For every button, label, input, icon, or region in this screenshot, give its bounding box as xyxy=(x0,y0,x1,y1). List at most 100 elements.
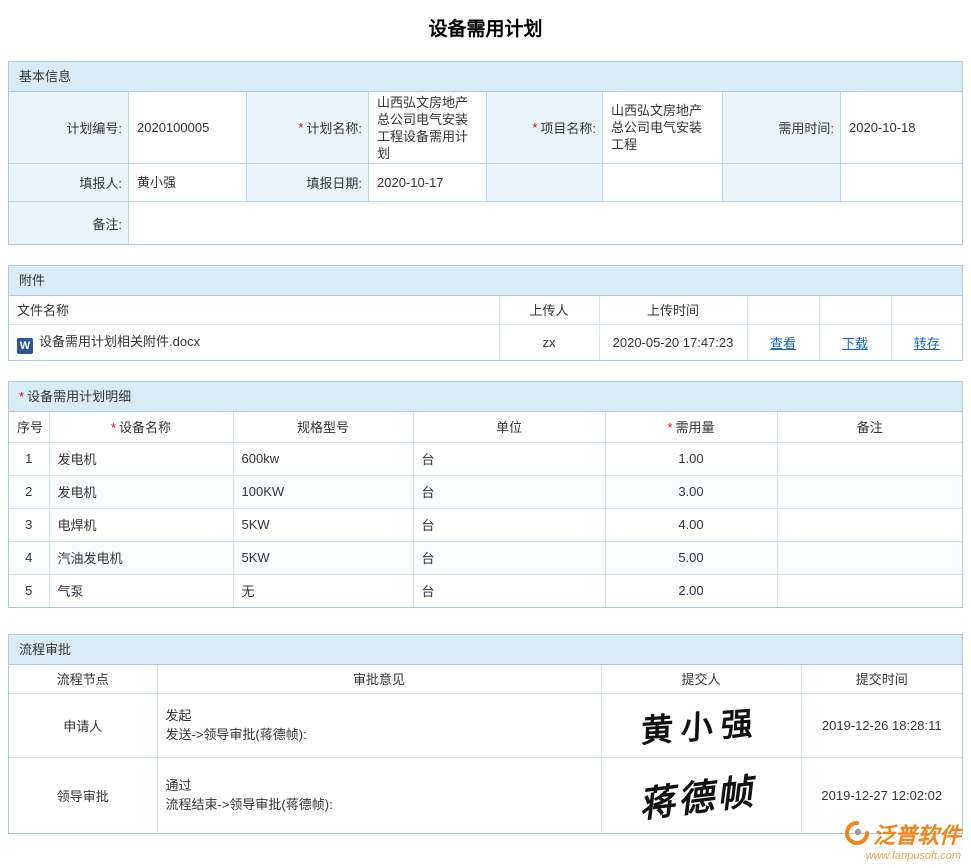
detail-spec: 600kw xyxy=(233,442,413,475)
download-link[interactable]: 下载 xyxy=(842,336,868,351)
detail-remark xyxy=(777,475,962,508)
attachment-save-cell: 转存 xyxy=(891,324,962,360)
approval-section-header: 流程审批 xyxy=(9,635,962,665)
brand-name: 泛普软件 xyxy=(873,818,961,850)
need-time-label: 需用时间: xyxy=(723,92,841,164)
view-link[interactable]: 查看 xyxy=(770,336,796,351)
detail-seq: 4 xyxy=(9,541,49,574)
page-title: 设备需用计划 xyxy=(0,14,971,41)
detail-spec: 5KW xyxy=(233,541,413,574)
column-submit-time: 提交时间 xyxy=(801,665,962,693)
column-empty xyxy=(819,296,891,324)
detail-spec: 无 xyxy=(233,574,413,607)
attachments-header-row: 文件名称 上传人 上传时间 xyxy=(9,296,962,324)
approval-opinion-line2: 发送->领导审批(蒋德帧): xyxy=(166,725,593,744)
details-table: 序号 *设备名称 规格型号 单位 *需用量 备注 1 发电机 600kw 台 1… xyxy=(9,412,962,607)
detail-equipment-name: 汽油发电机 xyxy=(49,541,233,574)
detail-qty: 4.00 xyxy=(605,508,777,541)
word-file-icon xyxy=(17,338,33,354)
attachment-file-cell: 设备需用计划相关附件.docx xyxy=(9,324,499,360)
detail-row: 1 发电机 600kw 台 1.00 xyxy=(9,442,962,475)
column-remark: 备注 xyxy=(777,412,962,442)
signature-image: 蒋德帧 xyxy=(640,762,763,829)
detail-equipment-name: 发电机 xyxy=(49,475,233,508)
basic-info-grid: 计划编号: 2020100005 *计划名称: 山西弘文房地产总公司电气安装工程… xyxy=(9,92,962,244)
approval-table: 流程节点 审批意见 提交人 提交时间 申请人 发起 发送->领导审批(蒋德帧):… xyxy=(9,665,962,833)
attachment-file-name: 设备需用计划相关附件.docx xyxy=(39,334,200,349)
fill-date-label: 填报日期: xyxy=(247,164,369,202)
project-name-value: 山西弘文房地产总公司电气安装工程 xyxy=(603,92,723,164)
detail-qty: 1.00 xyxy=(605,442,777,475)
plan-no-value: 2020100005 xyxy=(129,92,247,164)
details-header-row: 序号 *设备名称 规格型号 单位 *需用量 备注 xyxy=(9,412,962,442)
approval-row: 领导审批 通过 流程结束->领导审批(蒋德帧): 蒋德帧 2019-12-27 … xyxy=(9,757,962,833)
detail-remark xyxy=(777,508,962,541)
detail-unit: 台 xyxy=(413,508,605,541)
attachment-row: 设备需用计划相关附件.docx zx 2020-05-20 17:47:23 查… xyxy=(9,324,962,360)
approval-opinion-line1: 通过 xyxy=(166,776,593,795)
attachments-table: 文件名称 上传人 上传时间 设备需用计划相关附件.docx zx 2020-05… xyxy=(9,296,962,360)
detail-row: 2 发电机 100KW 台 3.00 xyxy=(9,475,962,508)
detail-seq: 2 xyxy=(9,475,49,508)
required-asterisk: * xyxy=(19,389,24,404)
detail-remark xyxy=(777,574,962,607)
brand-url: www.fanpusoft.com xyxy=(845,850,961,862)
project-name-label: *项目名称: xyxy=(487,92,603,164)
attachment-upload-time: 2020-05-20 17:47:23 xyxy=(599,324,747,360)
detail-unit: 台 xyxy=(413,475,605,508)
approval-row: 申请人 发起 发送->领导审批(蒋德帧): 黄小强 2019-12-26 18:… xyxy=(9,693,962,757)
detail-seq: 3 xyxy=(9,508,49,541)
required-asterisk: * xyxy=(298,120,303,135)
column-required-qty: *需用量 xyxy=(605,412,777,442)
detail-seq: 5 xyxy=(9,574,49,607)
fill-date-value: 2020-10-17 xyxy=(369,164,487,202)
details-section-header: *设备需用计划明细 xyxy=(9,382,962,412)
detail-spec: 100KW xyxy=(233,475,413,508)
approval-opinion: 通过 流程结束->领导审批(蒋德帧): xyxy=(157,757,601,833)
brand-watermark: 泛普软件 www.fanpusoft.com xyxy=(845,818,961,862)
column-submitter: 提交人 xyxy=(601,665,801,693)
approval-opinion-line1: 发起 xyxy=(166,706,593,725)
column-spec-model: 规格型号 xyxy=(233,412,413,442)
remark-value xyxy=(129,202,962,244)
required-asterisk: * xyxy=(532,120,537,135)
required-asterisk: * xyxy=(111,420,116,435)
attachments-section-header: 附件 xyxy=(9,266,962,296)
equipment-requirement-plan-page: 设备需用计划 基本信息 计划编号: 2020100005 *计划名称: 山西弘文… xyxy=(0,14,971,834)
attachment-uploader: zx xyxy=(499,324,599,360)
detail-equipment-name: 气泵 xyxy=(49,574,233,607)
approval-signature-cell: 蒋德帧 xyxy=(601,757,801,833)
remark-label: 备注: xyxy=(9,202,129,244)
filler-value: 黄小强 xyxy=(129,164,247,202)
detail-spec: 5KW xyxy=(233,508,413,541)
approval-header-row: 流程节点 审批意见 提交人 提交时间 xyxy=(9,665,962,693)
detail-equipment-name: 发电机 xyxy=(49,442,233,475)
required-asterisk: * xyxy=(667,420,672,435)
detail-row: 5 气泵 无 台 2.00 xyxy=(9,574,962,607)
attachment-download-cell: 下载 xyxy=(819,324,891,360)
empty-value-cell xyxy=(841,164,962,202)
approval-signature-cell: 黄小强 xyxy=(601,693,801,757)
empty-label-cell xyxy=(723,164,841,202)
attachments-section: 附件 文件名称 上传人 上传时间 设备需用计划相关附件.docx zx 2020… xyxy=(8,265,963,361)
details-section: *设备需用计划明细 序号 *设备名称 规格型号 单位 *需用量 备注 1 发电机… xyxy=(8,381,963,608)
detail-qty: 3.00 xyxy=(605,475,777,508)
plan-no-label: 计划编号: xyxy=(9,92,129,164)
detail-seq: 1 xyxy=(9,442,49,475)
column-empty xyxy=(747,296,819,324)
brand-line: 泛普软件 xyxy=(845,818,961,850)
approval-opinion-line2: 流程结束->领导审批(蒋德帧): xyxy=(166,795,593,814)
detail-remark xyxy=(777,541,962,574)
column-unit: 单位 xyxy=(413,412,605,442)
column-file-name: 文件名称 xyxy=(9,296,499,324)
approval-section: 流程审批 流程节点 审批意见 提交人 提交时间 申请人 发起 发送->领导审批(… xyxy=(8,634,963,834)
basic-info-section: 基本信息 计划编号: 2020100005 *计划名称: 山西弘文房地产总公司电… xyxy=(8,61,963,245)
save-as-link[interactable]: 转存 xyxy=(914,336,940,351)
approval-node: 申请人 xyxy=(9,693,157,757)
signature-image: 黄小强 xyxy=(640,698,761,753)
column-equipment-name: *设备名称 xyxy=(49,412,233,442)
fanpu-logo-icon xyxy=(845,821,869,848)
column-upload-time: 上传时间 xyxy=(599,296,747,324)
plan-name-label: *计划名称: xyxy=(247,92,369,164)
basic-info-section-header: 基本信息 xyxy=(9,62,962,92)
